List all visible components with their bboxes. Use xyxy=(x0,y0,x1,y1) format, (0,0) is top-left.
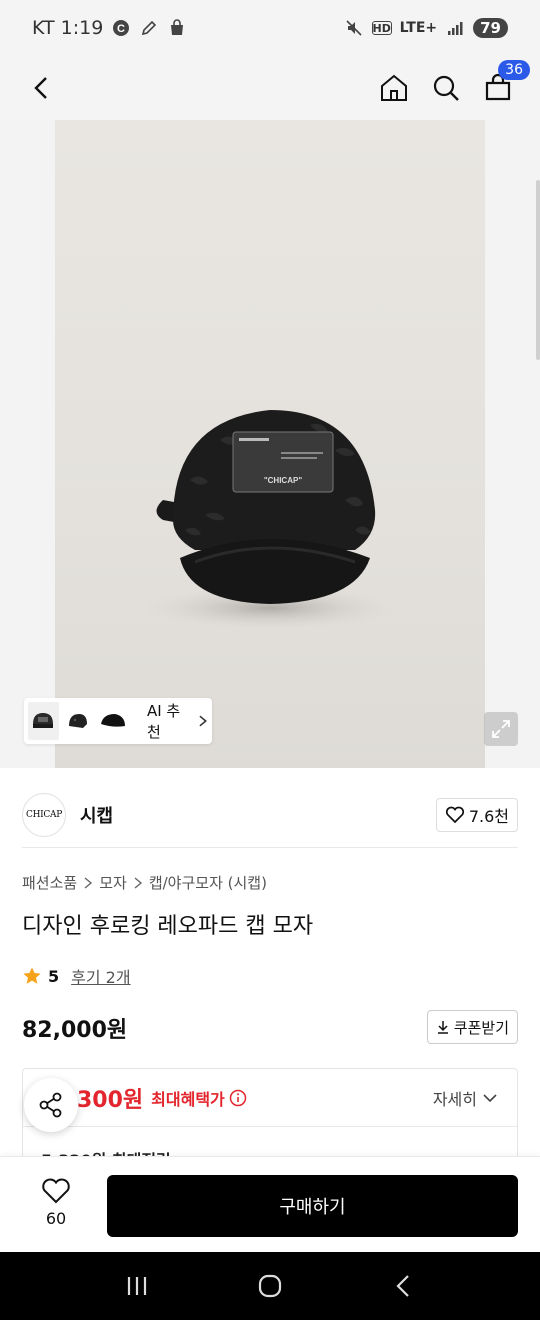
chevron-down-icon xyxy=(483,1093,497,1102)
breadcrumb-item[interactable]: 패션소품 xyxy=(22,872,77,893)
benefit-detail-button[interactable]: 자세히 xyxy=(433,1086,497,1110)
wishlist-count: 60 xyxy=(45,1209,67,1228)
search-icon xyxy=(433,75,459,101)
download-icon xyxy=(437,1021,448,1034)
back-nav-button[interactable] xyxy=(383,1266,423,1306)
cap-illustration: "CHICAP" xyxy=(140,410,400,630)
rating-row: 5 후기 2개 xyxy=(22,964,131,988)
pencil-icon xyxy=(139,18,159,38)
cap-thumb-icon xyxy=(69,714,88,728)
ai-recommend-label: AI 추천 xyxy=(146,702,181,741)
recent-apps-icon xyxy=(127,1277,146,1295)
related-thumbnails[interactable]: AI 추천 xyxy=(24,698,212,744)
product-photo[interactable]: "CHICAP" xyxy=(55,120,485,768)
mute-icon xyxy=(344,18,364,38)
chevron-right-icon xyxy=(84,876,93,889)
home-icon xyxy=(381,74,407,101)
info-icon[interactable] xyxy=(229,1089,247,1107)
product-title: 디자인 후로킹 레오파드 캡 모자 xyxy=(22,914,314,939)
scrollbar[interactable] xyxy=(536,180,540,360)
benefit-box: 300원 최대혜택가 자세히 5,320원 최대적립 xyxy=(22,1068,518,1170)
home-nav-button[interactable] xyxy=(250,1266,290,1306)
heart-icon xyxy=(445,806,464,823)
shopping-bag-icon xyxy=(167,18,187,38)
status-right: HD LTE+ 79 xyxy=(344,18,508,38)
buy-button[interactable]: 구매하기 xyxy=(107,1175,518,1237)
rating-value: 5 xyxy=(48,966,60,986)
bottom-action-bar: 60 구매하기 xyxy=(0,1156,540,1252)
benefit-detail-label: 자세히 xyxy=(432,1089,477,1109)
carrier-time: KT 1:19 xyxy=(32,17,104,39)
thumbnail-3[interactable] xyxy=(97,702,129,740)
hd-icon: HD xyxy=(371,21,392,35)
signal-icon xyxy=(445,18,465,38)
benefit-price: 300원 xyxy=(77,1087,144,1113)
coupon-button[interactable]: 쿠폰받기 xyxy=(426,1010,518,1044)
coupon-label: 쿠폰받기 xyxy=(453,1018,509,1037)
breadcrumb-item[interactable]: 캡/야구모자 (시캡) xyxy=(149,872,267,893)
wishlist-button[interactable]: 60 xyxy=(34,1177,78,1228)
product-price: 82,000원 xyxy=(22,1018,128,1043)
c-icon: C xyxy=(111,18,131,38)
brand-row: CHICAP 시캡 7.6천 xyxy=(22,782,518,848)
star-icon xyxy=(23,967,41,984)
back-arrow-icon xyxy=(396,1275,410,1297)
cap-patch-text: "CHICAP" xyxy=(264,476,302,485)
cart-button[interactable]: 36 xyxy=(478,60,530,108)
system-nav-bar xyxy=(0,1252,540,1320)
recent-apps-button[interactable] xyxy=(117,1266,157,1306)
status-left: KT 1:19 C xyxy=(32,17,187,39)
cart-count-badge: 36 xyxy=(498,60,530,80)
product-image-area: "CHICAP" AI 추천 xyxy=(0,120,540,768)
header-actions: 36 xyxy=(374,60,530,108)
benefit-label-text: 최대혜택가 xyxy=(151,1089,225,1109)
chevron-right-icon xyxy=(134,876,142,889)
brand-like-count: 7.6천 xyxy=(468,806,509,826)
chevron-right-icon xyxy=(199,715,208,727)
svg-text:C: C xyxy=(117,23,125,35)
share-icon xyxy=(39,1092,62,1118)
cap-thumb-icon xyxy=(101,714,126,727)
breadcrumb-item[interactable]: 모자 xyxy=(99,872,127,893)
brand-logo-text: CHICAP xyxy=(26,809,62,820)
battery-indicator: 79 xyxy=(473,18,508,38)
review-link[interactable]: 후기 2개 xyxy=(71,964,130,988)
share-button[interactable] xyxy=(24,1078,78,1132)
thumbnail-1[interactable] xyxy=(28,702,59,740)
network-type: LTE+ xyxy=(399,20,438,36)
app-header: 36 xyxy=(0,56,540,120)
benefit-header: 300원 최대혜택가 자세히 xyxy=(23,1069,517,1127)
back-button[interactable] xyxy=(22,68,62,108)
search-button[interactable] xyxy=(426,68,466,108)
buy-button-label: 구매하기 xyxy=(279,1197,346,1218)
expand-image-button[interactable] xyxy=(484,712,518,746)
expand-icon xyxy=(492,720,510,738)
cap-thumb-icon xyxy=(33,713,54,728)
home-button[interactable] xyxy=(374,68,414,108)
brand-logo[interactable]: CHICAP xyxy=(22,792,66,837)
home-circle-icon xyxy=(258,1274,282,1298)
chevron-left-icon xyxy=(34,77,47,99)
ai-recommend-link[interactable]: AI 추천 xyxy=(147,700,208,742)
thumbnail-2[interactable] xyxy=(62,702,94,740)
benefit-label: 최대혜택가 xyxy=(151,1086,247,1110)
breadcrumb: 패션소품 모자 캡/야구모자 (시캡) xyxy=(22,872,267,893)
brand-like-button[interactable]: 7.6천 xyxy=(435,797,518,832)
brand-name[interactable]: 시캡 xyxy=(80,802,113,828)
status-bar: KT 1:19 C HD LTE+ 79 xyxy=(0,0,540,56)
heart-icon xyxy=(42,1178,70,1204)
